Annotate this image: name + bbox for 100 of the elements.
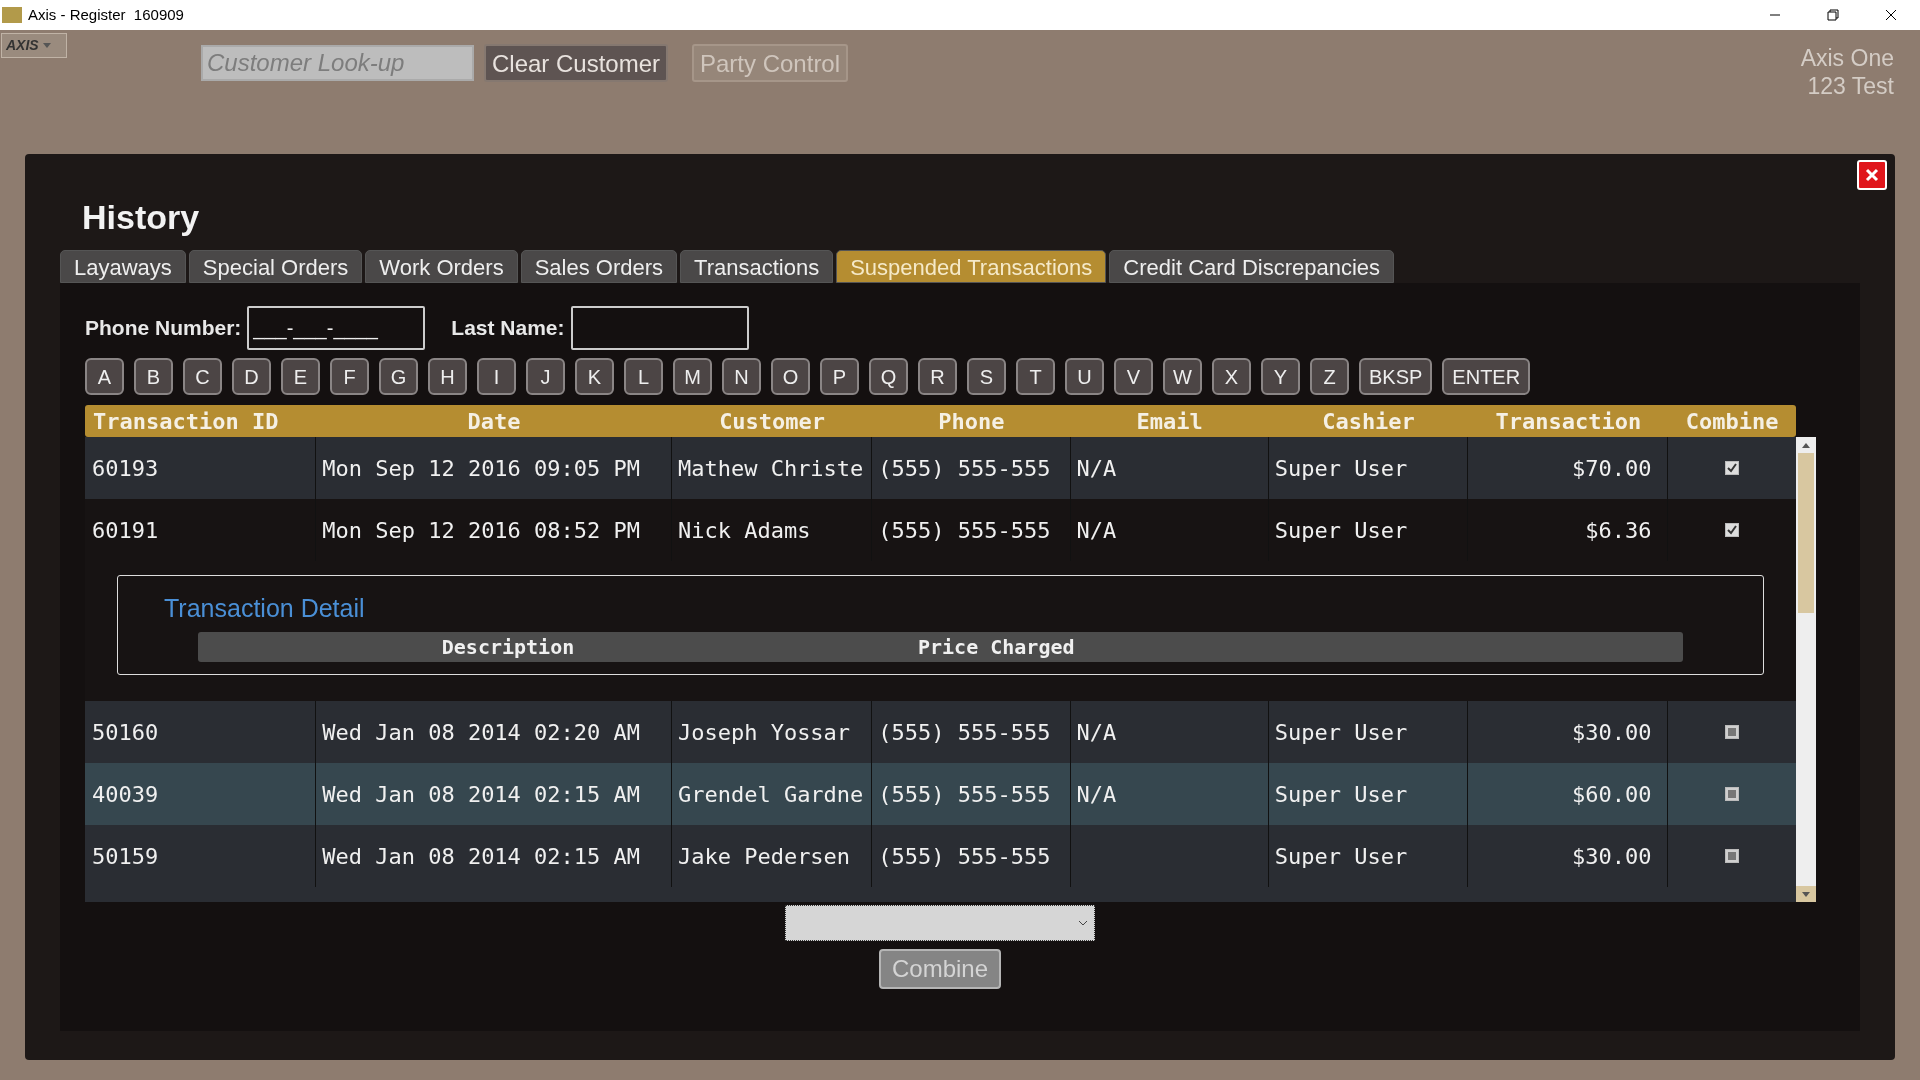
table-cell-text: $60.00 bbox=[1572, 780, 1652, 809]
table-cell-text: (555) 555-555 bbox=[878, 780, 1051, 809]
column-header: Phone bbox=[937, 407, 1006, 436]
column-header: Customer bbox=[718, 407, 827, 436]
table-cell-text: Wed Jan 08 2014 02:20 AM bbox=[322, 718, 641, 747]
table-row[interactable]: 60191 Mon Sep 12 2016 08:52 PM Nick Adams (555) 555-555 N/A Super User $6.36 bbox=[85, 499, 1796, 561]
table-cell-text: (555) 555-555 bbox=[878, 516, 1051, 545]
keyboard-key[interactable]: M bbox=[673, 358, 712, 395]
table-cell-text: Super User bbox=[1274, 718, 1408, 747]
keyboard-key[interactable]: C bbox=[183, 358, 222, 395]
tab[interactable]: Sales Orders bbox=[520, 250, 678, 283]
keyboard-key[interactable]: O bbox=[771, 358, 810, 395]
table-row[interactable]: 40039 Wed Jan 08 2014 02:15 AM Grendel Gardne (555) 555-555 N/A Super User $60.00 bbox=[85, 763, 1796, 825]
table-cell-text: (555) 555-555 bbox=[878, 454, 1051, 483]
keyboard-key[interactable]: I bbox=[477, 358, 516, 395]
scrollbar[interactable] bbox=[1796, 437, 1816, 902]
table-cell-text: N/A bbox=[1076, 780, 1117, 809]
keyboard-key[interactable]: W bbox=[1163, 358, 1202, 395]
keyboard-key[interactable]: R bbox=[918, 358, 957, 395]
column-header: Transaction ID bbox=[92, 407, 280, 436]
keyboard-key[interactable]: G bbox=[379, 358, 418, 395]
keyboard-key[interactable]: F bbox=[330, 358, 369, 395]
column-header: Price Charged bbox=[917, 633, 1075, 661]
axis-menu-button[interactable]: AXIS bbox=[1, 33, 67, 58]
chevron-down-icon bbox=[1078, 919, 1088, 927]
app-logo-icon bbox=[2, 7, 22, 23]
keyboard-key[interactable]: D bbox=[232, 358, 271, 395]
checkbox[interactable] bbox=[1725, 787, 1740, 801]
tab[interactable]: Work Orders bbox=[365, 250, 518, 283]
column-header: Cashier bbox=[1321, 407, 1416, 436]
table-cell-text: 60193 bbox=[92, 454, 159, 483]
table-cell-text: $6.36 bbox=[1585, 516, 1652, 545]
dialog-title: History bbox=[82, 198, 200, 236]
detail-title: Transaction Detail bbox=[164, 594, 365, 622]
close-icon bbox=[1885, 9, 1897, 21]
table-cell-text: Super User bbox=[1274, 454, 1408, 483]
keyboard-key[interactable]: L bbox=[624, 358, 663, 395]
table-cell-text: Super User bbox=[1274, 516, 1408, 545]
table-cell-text: Mon Sep 12 2016 09:05 PM bbox=[322, 454, 641, 483]
close-dialog-button[interactable] bbox=[1857, 160, 1887, 190]
column-header: Combine bbox=[1684, 407, 1780, 436]
table-cell-text: Jake Pedersen bbox=[677, 842, 851, 871]
tab[interactable]: Layaways bbox=[60, 250, 186, 283]
checkbox[interactable] bbox=[1725, 461, 1740, 475]
phone-label: Phone Number: bbox=[85, 315, 242, 342]
table-cell-text: $70.00 bbox=[1572, 454, 1652, 483]
keyboard-key[interactable]: N bbox=[722, 358, 761, 395]
keyboard-key[interactable]: T bbox=[1016, 358, 1055, 395]
table-cell-text: $30.00 bbox=[1572, 718, 1652, 747]
caret-icon bbox=[42, 43, 51, 48]
keyboard-key[interactable]: Q bbox=[869, 358, 908, 395]
checkbox[interactable] bbox=[1725, 725, 1740, 739]
combine-dropdown[interactable] bbox=[785, 905, 1095, 941]
table-cell-text: Wed Jan 08 2014 02:15 AM bbox=[322, 842, 641, 871]
table-cell-text: Mon Sep 12 2016 08:52 PM bbox=[322, 516, 641, 545]
checkbox[interactable] bbox=[1725, 849, 1740, 863]
keyboard-key[interactable]: V bbox=[1114, 358, 1153, 395]
table-cell-text: $30.00 bbox=[1572, 842, 1652, 871]
table-cell-text: Nick Adams bbox=[677, 516, 811, 545]
keyboard-key[interactable]: H bbox=[428, 358, 467, 395]
tab[interactable]: Transactions bbox=[680, 250, 834, 283]
close-icon bbox=[1865, 168, 1879, 182]
last-name-label: Last Name: bbox=[451, 315, 565, 342]
keyboard-key[interactable]: ENTER bbox=[1442, 358, 1531, 395]
store-info: Axis One bbox=[1800, 44, 1894, 72]
table-cell-text: Super User bbox=[1274, 780, 1408, 809]
table-cell-text: N/A bbox=[1076, 454, 1117, 483]
keyboard-key[interactable]: A bbox=[85, 358, 124, 395]
last-name-field[interactable] bbox=[570, 306, 749, 350]
store-info: 123 Test bbox=[1807, 72, 1894, 100]
checkbox[interactable] bbox=[1725, 523, 1740, 537]
table-cell-text: Super User bbox=[1274, 842, 1408, 871]
table-cell-text: 60191 bbox=[92, 516, 159, 545]
table-cell-text: (555) 555-555 bbox=[878, 842, 1051, 871]
tab[interactable]: Special Orders bbox=[188, 250, 363, 283]
table-cell-text: Joseph Yossar bbox=[677, 718, 851, 747]
customer-lookup-field[interactable]: Customer Look-up bbox=[201, 45, 474, 81]
table-cell-text: Wed Jan 08 2014 02:15 AM bbox=[322, 780, 641, 809]
toolbar-button[interactable]: Clear Customer bbox=[484, 44, 669, 82]
keyboard-key[interactable]: BKSP bbox=[1359, 358, 1433, 395]
keyboard-key[interactable]: Y bbox=[1261, 358, 1300, 395]
table-cell-text: Grendel Gardne bbox=[677, 780, 864, 809]
column-header: Email bbox=[1135, 407, 1204, 436]
phone-field[interactable]: ___-___-____ bbox=[247, 306, 426, 350]
window-title: Axis - Register 160909 bbox=[28, 4, 184, 25]
scroll-down-icon[interactable] bbox=[1802, 891, 1810, 897]
keyboard-key[interactable]: B bbox=[134, 358, 173, 395]
scroll-up-icon[interactable] bbox=[1802, 442, 1810, 448]
column-header: Date bbox=[466, 407, 522, 436]
tab[interactable]: Credit Card Discrepancies bbox=[1109, 250, 1395, 283]
restore-icon bbox=[1827, 9, 1839, 21]
column-header: Transaction bbox=[1494, 407, 1643, 436]
keyboard-key[interactable]: E bbox=[281, 358, 320, 395]
keyboard-key[interactable]: Z bbox=[1310, 358, 1349, 395]
keyboard-key[interactable]: P bbox=[820, 358, 859, 395]
keyboard-key[interactable]: S bbox=[967, 358, 1006, 395]
keyboard-key[interactable]: X bbox=[1212, 358, 1251, 395]
keyboard-key[interactable]: J bbox=[526, 358, 565, 395]
keyboard-key[interactable]: U bbox=[1065, 358, 1104, 395]
keyboard-key[interactable]: K bbox=[575, 358, 614, 395]
